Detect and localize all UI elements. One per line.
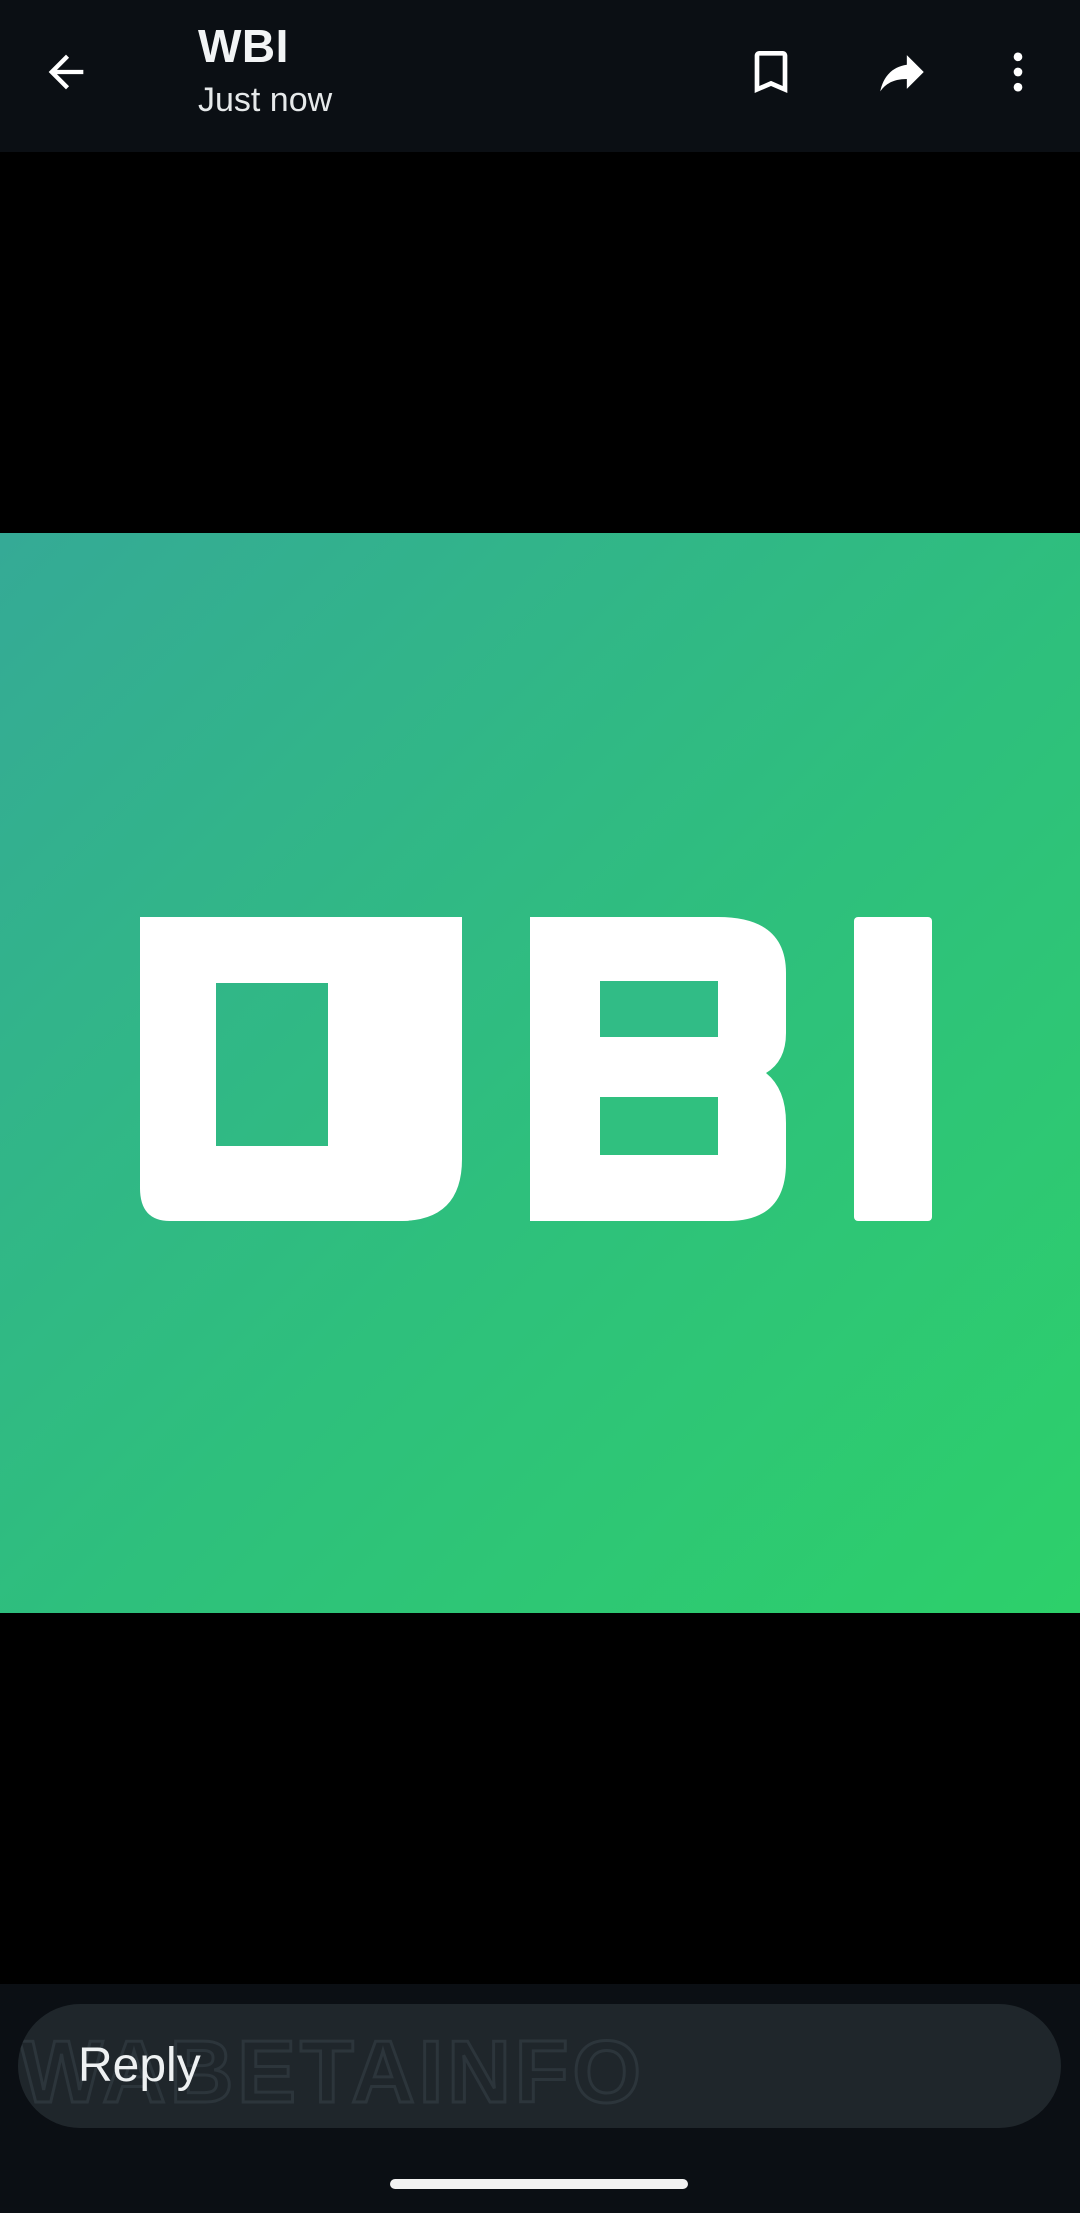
- media-viewer: WBI Just now WABETAINFO Reply: [0, 0, 1080, 2213]
- back-button[interactable]: [30, 36, 102, 108]
- bookmark-button[interactable]: [735, 36, 807, 108]
- top-app-bar: WBI Just now: [0, 0, 1080, 152]
- media-image[interactable]: [0, 533, 1080, 1613]
- forward-button[interactable]: [866, 36, 938, 108]
- bottom-bar: WABETAINFO Reply: [0, 1984, 1080, 2213]
- more-vertical-icon: [1013, 52, 1023, 92]
- bookmark-icon: [754, 51, 788, 93]
- reply-placeholder: Reply: [78, 2039, 201, 2092]
- more-options-button[interactable]: [982, 36, 1054, 108]
- sender-title: WBI: [198, 20, 289, 72]
- arrow-left-icon: [48, 54, 84, 90]
- home-indicator[interactable]: [390, 2179, 688, 2189]
- reply-field[interactable]: WABETAINFO Reply: [18, 2004, 1061, 2128]
- wbi-logo-image: [140, 917, 932, 1221]
- forward-icon: [880, 55, 924, 92]
- timestamp: Just now: [198, 81, 333, 119]
- chat-info[interactable]: WBI Just now: [198, 18, 332, 122]
